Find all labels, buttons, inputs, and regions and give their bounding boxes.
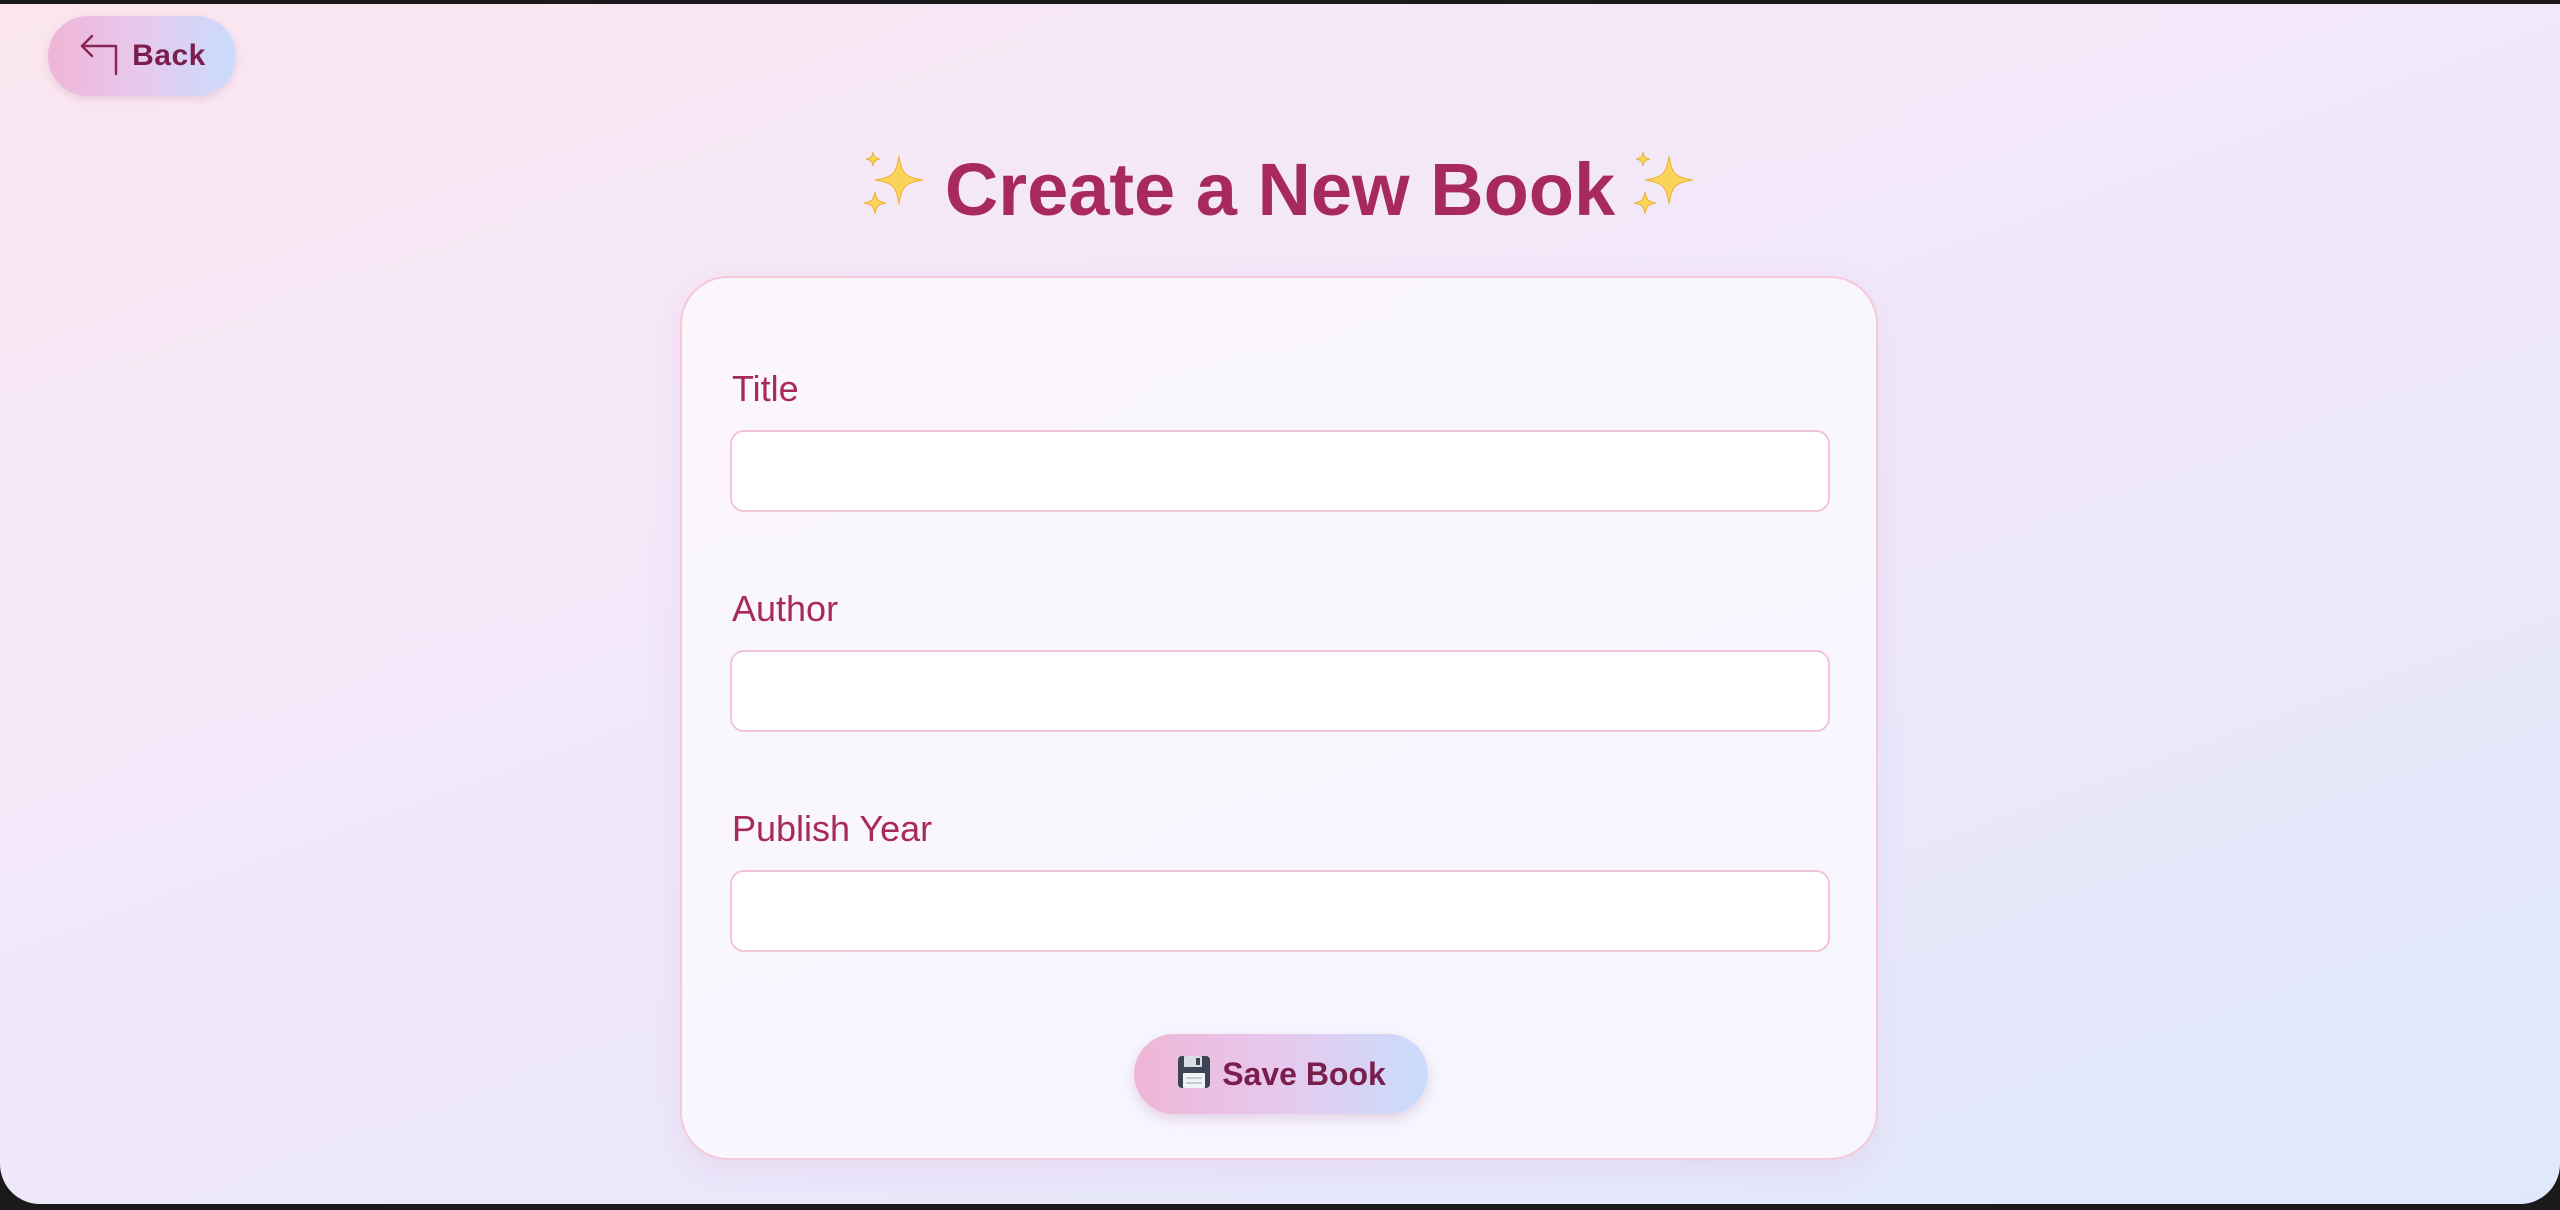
book-form-card: Title Author Publish Year Save Book bbox=[680, 276, 1878, 1160]
title-input[interactable] bbox=[730, 430, 1830, 512]
page-title: Create a New Book bbox=[0, 142, 2560, 243]
back-button[interactable]: Back bbox=[48, 16, 236, 96]
author-input[interactable] bbox=[730, 650, 1830, 732]
sparkles-icon bbox=[859, 147, 931, 243]
floppy-disk-icon bbox=[1176, 1054, 1212, 1095]
author-label: Author bbox=[732, 588, 839, 629]
page-title-text: Create a New Book bbox=[944, 148, 1616, 231]
sparkles-icon bbox=[1629, 147, 1701, 243]
save-book-button[interactable]: Save Book bbox=[1134, 1034, 1428, 1114]
save-book-label: Save Book bbox=[1222, 1055, 1386, 1092]
title-label: Title bbox=[732, 368, 799, 409]
publish-year-label: Publish Year bbox=[732, 808, 933, 849]
back-button-label: Back bbox=[132, 39, 206, 72]
return-arrow-icon bbox=[78, 32, 122, 81]
publish-year-input[interactable] bbox=[730, 870, 1830, 952]
app-window: Back Create a New Book Title Author Publ… bbox=[0, 4, 2560, 1204]
